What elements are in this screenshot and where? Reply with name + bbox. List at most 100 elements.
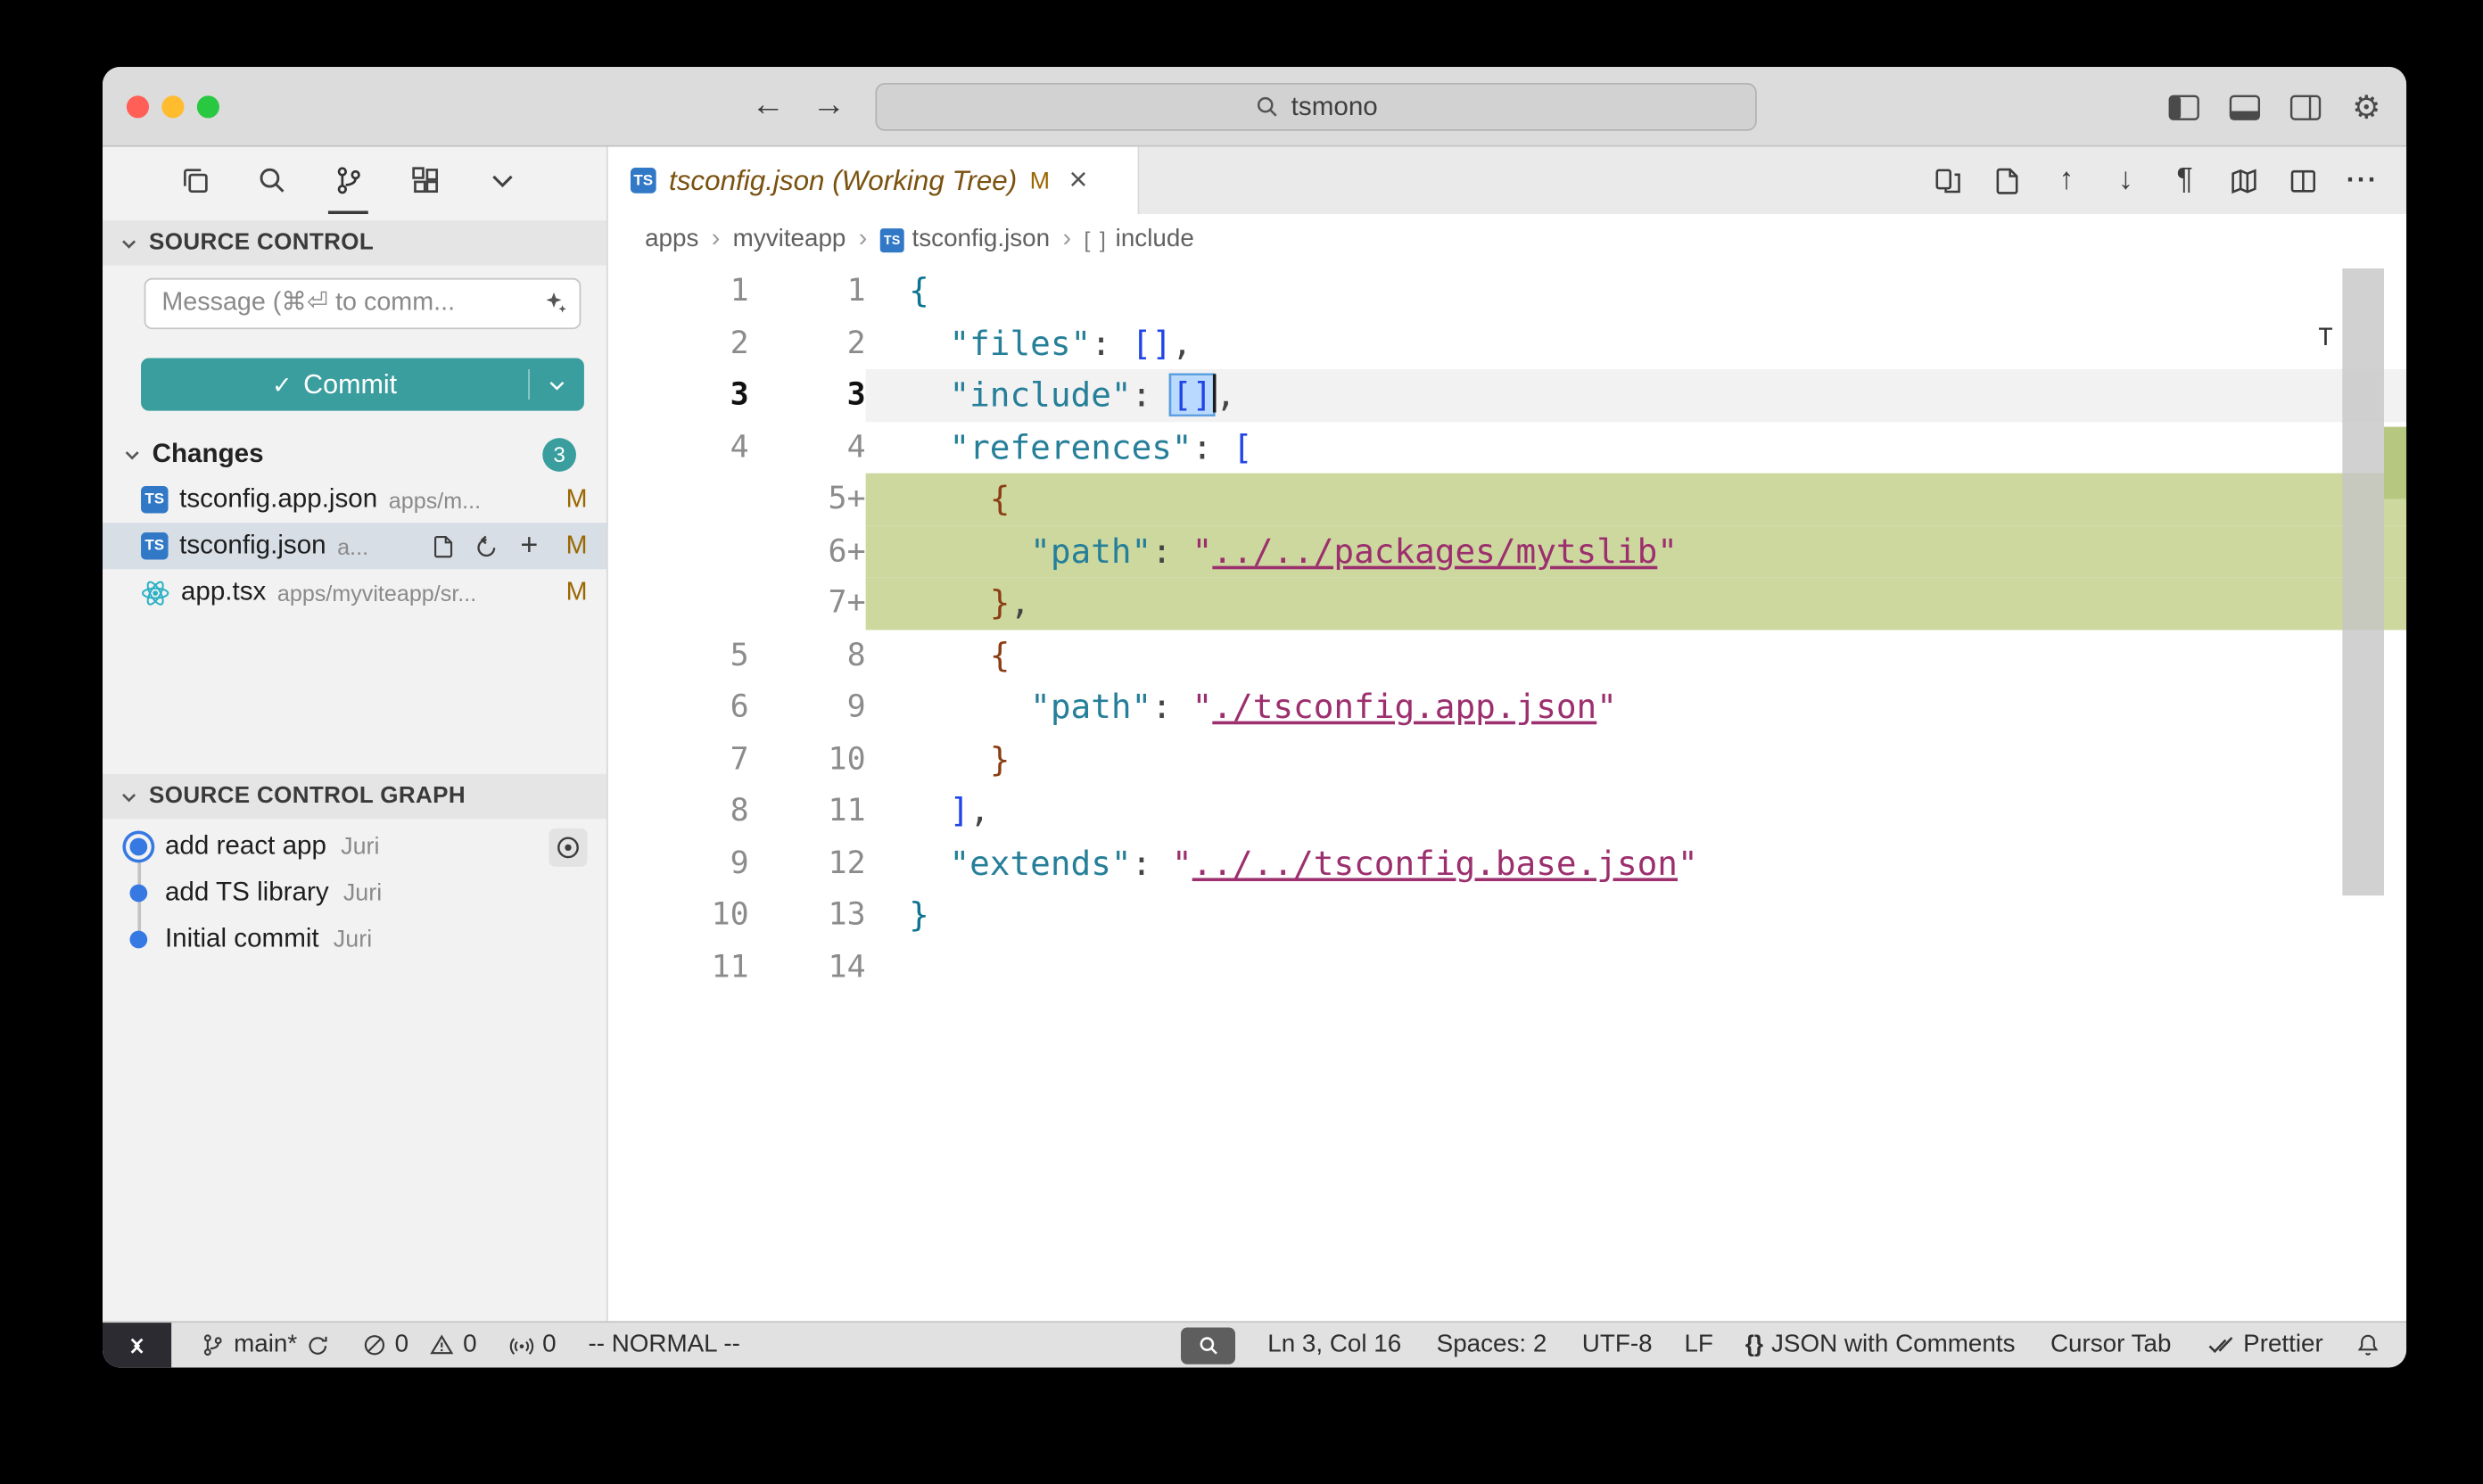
explorer-copy-icon[interactable] xyxy=(167,148,223,214)
code-text: "include": [], xyxy=(866,369,2406,421)
code-line[interactable]: 11{ xyxy=(608,265,2406,317)
code-line[interactable]: 811 ], xyxy=(608,785,2406,837)
scrollbar-thumb[interactable] xyxy=(2342,268,2384,895)
original-line-number: 11 xyxy=(608,941,749,993)
vim-mode-indicator[interactable]: -- NORMAL -- xyxy=(588,1331,739,1359)
code-lines: 11{22 "files": [],33 "include": [],44 "r… xyxy=(608,265,2406,993)
formatter-indicator[interactable]: Prettier xyxy=(2207,1331,2323,1359)
indentation-indicator[interactable]: Spaces: 2 xyxy=(1437,1331,1547,1359)
source-control-view-icon[interactable] xyxy=(320,148,376,214)
language-mode-indicator[interactable]: {} JSON with Comments xyxy=(1745,1331,2016,1359)
code-line[interactable]: 1114 xyxy=(608,941,2406,993)
code-text: } xyxy=(866,733,2406,785)
changes-file-list: TStsconfig.app.jsonapps/m...MTStsconfig.… xyxy=(103,476,606,615)
minimize-window-button[interactable] xyxy=(161,95,184,118)
checkout-target-icon[interactable] xyxy=(549,828,587,866)
previous-change-icon[interactable]: ↑ xyxy=(2048,162,2084,199)
next-change-icon[interactable]: ↓ xyxy=(2108,162,2144,199)
file-row[interactable]: TStsconfig.app.jsonapps/m...M xyxy=(103,476,606,523)
code-line[interactable]: 44 "references": [ xyxy=(608,421,2406,473)
back-button[interactable]: ← xyxy=(747,81,789,129)
breadcrumb-item-include[interactable]: [ ] include xyxy=(1084,226,1193,254)
more-views-chevron-icon[interactable] xyxy=(474,148,530,214)
commit-button[interactable]: ✓ Commit xyxy=(141,358,584,410)
forward-button[interactable]: → xyxy=(808,81,850,129)
map-icon[interactable] xyxy=(2225,162,2262,199)
goto-file-icon[interactable] xyxy=(1989,162,2025,199)
code-line[interactable]: 7+ }, xyxy=(608,577,2406,629)
maximize-window-button[interactable] xyxy=(197,95,219,118)
breadcrumb-item-myviteapp[interactable]: myviteapp xyxy=(733,226,846,254)
breadcrumb-item-tsconfig[interactable]: TS tsconfig.json xyxy=(880,226,1050,254)
graph-commit-row[interactable]: add TS libraryJuri xyxy=(103,870,606,916)
code-text: ], xyxy=(866,785,2406,837)
diff-editor[interactable]: 11{22 "files": [],33 "include": [],44 "r… xyxy=(608,265,2406,1321)
settings-gear-icon[interactable]: ⚙ xyxy=(2347,87,2386,126)
sparkle-icon[interactable] xyxy=(544,291,568,323)
editor-group: TS tsconfig.json (Working Tree) M × ↑ ↓ … xyxy=(608,147,2406,1322)
command-center-search[interactable]: tsmono xyxy=(875,83,1756,131)
source-control-graph-header[interactable]: SOURCE CONTROL GRAPH xyxy=(103,774,606,819)
toggle-sidebar-icon[interactable] xyxy=(2165,87,2203,126)
tab-bar: TS tsconfig.json (Working Tree) M × ↑ ↓ … xyxy=(608,147,2406,214)
eol-indicator[interactable]: LF xyxy=(1684,1331,1712,1359)
close-tab-icon[interactable]: × xyxy=(1069,164,1088,196)
commit-dropdown-chevron-icon[interactable] xyxy=(530,358,584,410)
code-line[interactable]: 710 } xyxy=(608,733,2406,785)
toggle-secondary-sidebar-icon[interactable] xyxy=(2287,87,2325,126)
modified-line-number: 3 xyxy=(749,369,866,421)
graph-commit-row[interactable]: add react appJuri xyxy=(103,823,606,870)
commit-message-input[interactable] xyxy=(144,278,582,329)
cursor-position-indicator[interactable]: Ln 3, Col 16 xyxy=(1267,1331,1401,1359)
code-line[interactable]: 58 { xyxy=(608,630,2406,681)
commit-message: Initial commit xyxy=(165,924,319,954)
changes-section-header[interactable]: Changes 3 xyxy=(103,432,606,476)
open-file-icon[interactable] xyxy=(427,530,459,562)
search-view-icon[interactable] xyxy=(243,148,300,214)
extensions-view-icon[interactable] xyxy=(397,148,453,214)
toggle-panel-icon[interactable] xyxy=(2225,87,2264,126)
commit-author: Juri xyxy=(341,833,379,860)
encoding-indicator[interactable]: UTF-8 xyxy=(1582,1331,1653,1359)
modified-badge: M xyxy=(566,578,588,606)
branch-name: main* xyxy=(234,1331,297,1359)
stage-changes-icon[interactable]: + xyxy=(513,530,545,562)
more-actions-icon[interactable]: ··· xyxy=(2344,162,2380,199)
commit-button-main[interactable]: ✓ Commit xyxy=(141,368,528,400)
modified-line-number: 1 xyxy=(749,265,866,317)
open-changes-icon[interactable] xyxy=(1930,162,1967,199)
whitespace-icon[interactable]: ¶ xyxy=(2166,162,2203,199)
original-line-number: 6 xyxy=(608,681,749,733)
file-path: apps/myviteapp/sr... xyxy=(277,580,476,606)
cursor-tab-indicator[interactable]: Cursor Tab xyxy=(2050,1331,2171,1359)
magnifier-icon xyxy=(1196,1333,1220,1357)
discard-changes-icon[interactable] xyxy=(470,530,502,562)
code-line[interactable]: 5+ { xyxy=(608,474,2406,525)
breadcrumb-item-apps[interactable]: apps xyxy=(645,226,698,254)
branch-indicator[interactable]: main* xyxy=(200,1331,329,1359)
source-control-section-header[interactable]: SOURCE CONTROL xyxy=(103,220,606,265)
minimap-text: T xyxy=(2318,323,2332,351)
problems-indicator[interactable]: 0 0 xyxy=(361,1331,477,1359)
warning-count: 0 xyxy=(463,1331,476,1359)
close-window-button[interactable] xyxy=(127,95,149,118)
tab-tsconfig-working-tree[interactable]: TS tsconfig.json (Working Tree) M × xyxy=(608,147,1140,214)
remote-indicator[interactable] xyxy=(103,1323,171,1367)
code-line[interactable]: 912 "extends": "../../tsconfig.base.json… xyxy=(608,837,2406,889)
code-line[interactable]: 69 "path": "./tsconfig.app.json" xyxy=(608,681,2406,733)
ports-count: 0 xyxy=(542,1331,556,1359)
code-line[interactable]: 22 "files": [], xyxy=(608,317,2406,369)
code-line[interactable]: 33 "include": [], xyxy=(608,369,2406,421)
ports-indicator[interactable]: 0 xyxy=(508,1331,556,1359)
code-line[interactable]: 1013} xyxy=(608,889,2406,941)
overview-ruler-added-mark xyxy=(2384,427,2406,499)
file-row[interactable]: app.tsxapps/myviteapp/sr...M xyxy=(103,569,606,615)
graph-commit-row[interactable]: Initial commitJuri xyxy=(103,917,606,963)
file-row[interactable]: TStsconfig.jsona...+M xyxy=(103,523,606,569)
code-line[interactable]: 6+ "path": "../../packages/mytslib" xyxy=(608,525,2406,577)
notifications-bell[interactable] xyxy=(2355,1332,2381,1358)
modified-line-number: 7+ xyxy=(749,577,866,629)
original-line-number: 1 xyxy=(608,265,749,317)
split-editor-icon[interactable] xyxy=(2285,162,2322,199)
zoom-indicator[interactable] xyxy=(1181,1327,1235,1364)
